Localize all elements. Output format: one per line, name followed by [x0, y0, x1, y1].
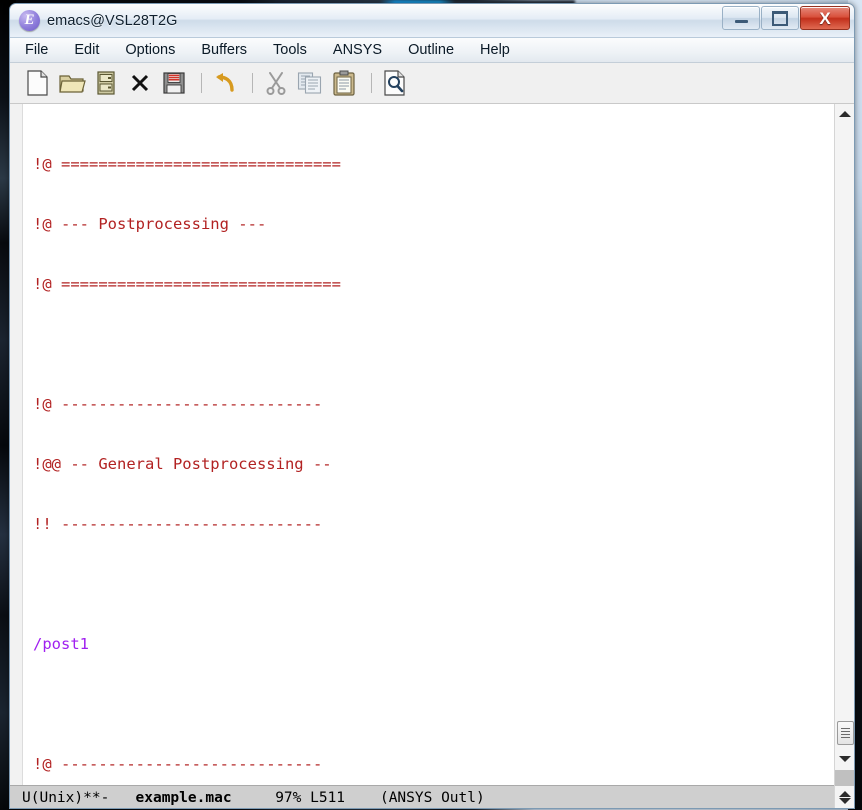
code-line: !@ ==============================: [33, 155, 341, 174]
cut-button[interactable]: [261, 68, 291, 98]
code-line: /post1: [33, 635, 89, 654]
menu-item-file[interactable]: File: [23, 41, 50, 59]
minimize-button[interactable]: [722, 6, 760, 30]
toolbar-separator-2: [252, 73, 253, 93]
search-icon: [384, 70, 405, 96]
code-line: !@ --- Postprocessing ---: [33, 215, 267, 234]
triangle-down-icon-bottom: [838, 797, 851, 804]
triangle-down-icon: [838, 756, 851, 762]
menu-item-options[interactable]: Options: [123, 41, 177, 59]
code-line: !@ ----------------------------: [33, 395, 323, 414]
close-icon: X: [819, 8, 831, 28]
mode-line: U(Unix)**- example.mac 97% L511 (ANSYS O…: [10, 785, 854, 808]
modeline-gap-1: [109, 790, 135, 806]
code-line: !@ ==============================: [33, 275, 341, 294]
modeline-position: 97% L511: [275, 789, 346, 806]
scrollbar-corner: [834, 770, 854, 786]
triangle-up-icon-bottom: [838, 790, 851, 797]
cut-scissors-icon: [266, 72, 286, 95]
title-bar: E emacs@VSL28T2G X: [10, 4, 854, 38]
undo-icon: [216, 73, 234, 92]
code-line: !@ ----------------------------: [33, 755, 323, 774]
maximize-button[interactable]: [761, 6, 799, 30]
menu-item-outline[interactable]: Outline: [406, 41, 456, 59]
menu-item-help[interactable]: Help: [478, 41, 512, 59]
menu-bar: File Edit Options Buffers Tools ANSYS Ou…: [10, 38, 854, 63]
menu-item-tools[interactable]: Tools: [271, 41, 309, 59]
close-button[interactable]: X: [800, 6, 850, 30]
window-title: emacs@VSL28T2G: [47, 12, 178, 29]
fringe-gutter: [10, 104, 23, 785]
dired-button[interactable]: [91, 68, 121, 98]
emacs-window: E emacs@VSL28T2G X File Edit Options Buf…: [9, 3, 855, 809]
new-file-icon: [27, 70, 48, 96]
paste-clipboard-icon: [333, 70, 355, 96]
paste-button[interactable]: [329, 68, 359, 98]
save-button[interactable]: [159, 68, 189, 98]
modeline-buffer-name: example.mac: [135, 789, 232, 806]
bottom-scroll-arrows[interactable]: [834, 786, 854, 808]
modeline-gap-3: [345, 790, 380, 806]
open-folder-icon: [58, 75, 86, 93]
scroll-down-arrow[interactable]: [835, 751, 854, 767]
modeline-major-mode: (ANSYS Outl): [379, 789, 485, 806]
editor-area: !@ ============================== !@ ---…: [10, 104, 854, 785]
close-buffer-icon: [131, 74, 149, 92]
code-buffer[interactable]: !@ ============================== !@ ---…: [23, 104, 834, 785]
minimize-icon: [734, 20, 748, 23]
new-file-button[interactable]: [23, 68, 53, 98]
scroll-up-arrow[interactable]: [835, 106, 854, 122]
window-controls: X: [721, 6, 850, 30]
copy-button[interactable]: [295, 68, 325, 98]
vertical-scrollbar[interactable]: [834, 104, 854, 785]
open-file-button[interactable]: [57, 68, 87, 98]
scroll-thumb[interactable]: [837, 721, 854, 745]
toolbar-separator-1: [201, 73, 202, 93]
emacs-icon: E: [19, 10, 40, 31]
toolbar-separator-3: [371, 73, 372, 93]
menu-item-ansys[interactable]: ANSYS: [331, 41, 384, 59]
code-line: !! ----------------------------: [33, 515, 323, 534]
save-floppy-icon: [163, 72, 185, 94]
search-button[interactable]: [380, 68, 410, 98]
triangle-up-icon: [838, 111, 851, 117]
undo-button[interactable]: [210, 68, 240, 98]
dired-cabinet-icon: [97, 71, 115, 95]
menu-item-edit[interactable]: Edit: [72, 41, 101, 59]
modeline-gap-2: [232, 790, 276, 806]
copy-icon: [297, 72, 322, 94]
maximize-icon: [772, 10, 788, 26]
modeline-coding: U(Unix)**-: [22, 789, 110, 806]
close-buffer-button[interactable]: [125, 68, 155, 98]
menu-item-buffers[interactable]: Buffers: [199, 41, 249, 59]
code-line: !@@ -- General Postprocessing --: [33, 455, 332, 474]
toolbar: [10, 63, 854, 104]
